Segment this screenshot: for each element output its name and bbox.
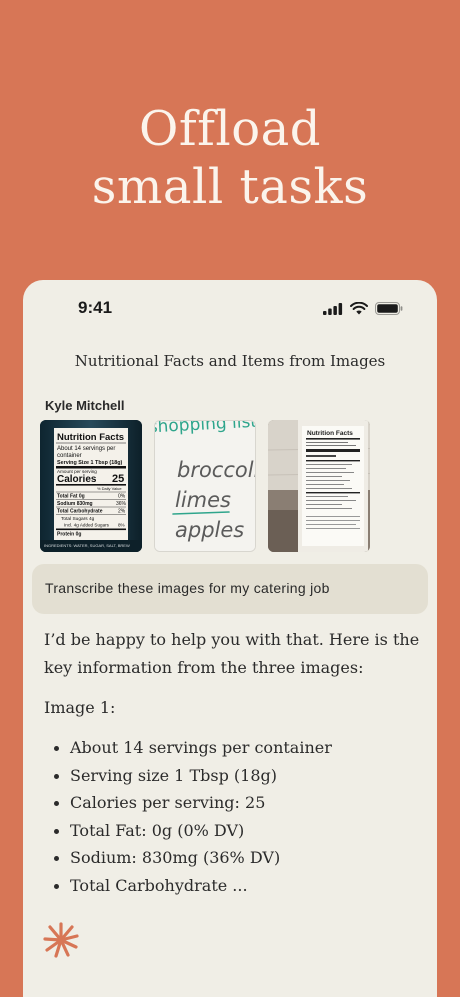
label-added-sugars: Incl. 4g Added Sugars [64, 523, 110, 528]
label-added-pct: 8% [118, 523, 125, 528]
phone-screen: 9:41 Nutritional Facts and Items from Im… [23, 280, 437, 997]
bullet-item: About 14 servings per container [44, 734, 424, 762]
label-protein: Protein 0g [57, 532, 81, 538]
response-heading: Image 1: [44, 698, 116, 717]
label-carb: Total Carbohydrate [57, 509, 103, 515]
headline-line-2: small tasks [91, 159, 369, 215]
label-sodium-pct: 36% [116, 501, 127, 507]
headline-line-1: Offload [139, 101, 321, 157]
product-label-graphic: Nutrition Facts [268, 420, 370, 552]
signal-icon [323, 302, 343, 315]
product-label-header: Nutrition Facts [307, 430, 353, 437]
bullet-item: Sodium: 830mg (36% DV) [44, 844, 424, 872]
headline: Offload small tasks [0, 100, 460, 216]
label-header: Nutrition Facts [57, 432, 124, 443]
nutrition-label-photo[interactable]: Nutrition Facts About 14 servings per co… [40, 420, 142, 552]
label-fat-pct: 0% [118, 494, 126, 500]
label-calories-value: 25 [112, 473, 124, 485]
chat-title[interactable]: Nutritional Facts and Items from Images [23, 352, 437, 370]
label-fat: Total Fat 0g [57, 494, 85, 500]
label-servings: About 14 servings per [57, 446, 115, 452]
nutrition-label-graphic: Nutrition Facts About 14 servings per co… [40, 420, 142, 552]
label-container: container [57, 453, 82, 459]
status-icons [323, 302, 403, 315]
spark-logo-icon [43, 922, 79, 958]
label-calories: Calories [57, 474, 97, 485]
list-item-3: apples [175, 518, 244, 542]
list-item-1: broccoli [177, 458, 256, 482]
image-attachments: Nutrition Facts About 14 servings per co… [40, 420, 420, 552]
wifi-icon [350, 302, 368, 315]
user-message-bubble[interactable]: Transcribe these images for my catering … [32, 564, 428, 614]
bullet-item: Total Carbohydrate ... [44, 872, 424, 900]
label-sugars: Total Sugars 4g [61, 516, 95, 522]
battery-icon [375, 302, 403, 315]
response-bullets: About 14 servings per container Serving … [44, 734, 424, 899]
label-dv: % Daily Value [97, 486, 122, 491]
shopping-list-graphic: shopping list broccoli limes apples [155, 421, 256, 551]
sender-name: Kyle Mitchell [45, 398, 125, 413]
label-serving-size: Serving Size 1 Tbsp (18g) [57, 460, 123, 466]
bullet-item: Total Fat: 0g (0% DV) [44, 817, 424, 845]
list-item-2: limes [175, 488, 231, 512]
label-sodium: Sodium 830mg [57, 501, 93, 507]
status-bar: 9:41 [23, 298, 437, 322]
status-time: 9:41 [78, 298, 113, 317]
bullet-item: Calories per serving: 25 [44, 789, 424, 817]
label-carb-pct: 2% [118, 509, 126, 515]
response-intro: I’d be happy to help you with that. Here… [44, 630, 420, 677]
label-ingredients: INGREDIENTS: WATER, SUGAR, SALT, BREW [44, 543, 130, 548]
bullet-item: Serving size 1 Tbsp (18g) [44, 762, 424, 790]
product-label-photo[interactable]: Nutrition Facts [268, 420, 370, 552]
assistant-response: I’d be happy to help you with that. Here… [44, 626, 424, 899]
shopping-list-photo[interactable]: shopping list broccoli limes apples [154, 420, 256, 552]
